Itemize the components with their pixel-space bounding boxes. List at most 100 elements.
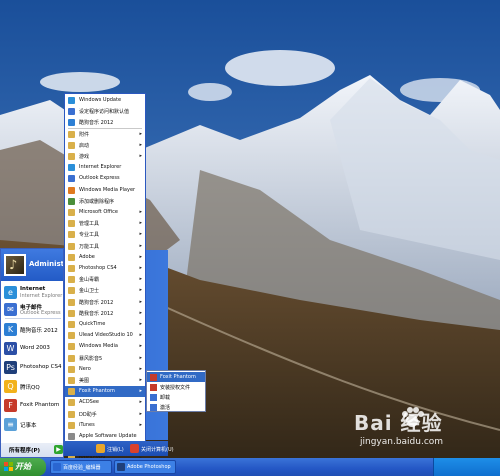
program-icon — [68, 186, 75, 194]
program-label: 游戏 — [79, 154, 90, 160]
submenu-arrow-icon: ▸ — [139, 130, 142, 137]
logoff-bar: 注销(L) 关闭计算机(U) — [64, 441, 174, 456]
start-menu-divider — [5, 318, 61, 319]
shutdown-label: 关闭计算机(U) — [141, 447, 174, 453]
program-label: DD助手 — [79, 411, 97, 418]
program-item[interactable]: ACDSee ▸ — [65, 397, 145, 408]
all-programs-button[interactable]: 所有程序(P) ▶ — [1, 443, 63, 457]
submenu-label: 卸载 — [160, 395, 171, 401]
folder-icon — [68, 141, 75, 149]
recent-item-foxit[interactable]: F Foxit Phantom — [3, 397, 63, 415]
program-item[interactable]: DD助手 ▸ — [65, 409, 145, 420]
submenu-item[interactable]: 卸载 — [147, 392, 205, 402]
program-label: Windows Media — [79, 343, 118, 350]
submenu-item[interactable]: 安装授权文件 — [147, 382, 205, 392]
program-label: Microsoft Office — [79, 209, 118, 215]
program-label: ACDSee — [79, 399, 99, 406]
task-photoshop[interactable]: Adobe Photoshop — [114, 460, 176, 474]
program-label: 酷狗音乐 2012 — [79, 120, 114, 127]
submenu-item[interactable]: Foxit Phantom — [147, 372, 205, 382]
submenu-item[interactable]: 激活 — [147, 402, 205, 412]
folder-icon — [68, 388, 75, 396]
program-item[interactable]: 金山卫士 ▸ — [65, 285, 145, 296]
program-item[interactable]: 酷狗音乐 2012 ▸ — [65, 297, 145, 308]
submenu-arrow-icon: ▸ — [139, 287, 142, 294]
program-label: Windows Update — [79, 97, 122, 103]
folder-icon — [68, 287, 75, 295]
program-item[interactable]: Internet Explorer — [65, 162, 145, 173]
submenu-arrow-icon: ▸ — [139, 265, 142, 271]
submenu-arrow-icon: ▸ — [139, 365, 142, 372]
all-programs-menu: Windows Update 设定程序访问和默认值 酷狗音乐 2012 附件 ▸ 启动 ▸ 游… — [64, 93, 146, 463]
program-item[interactable]: 添加或删除程序 — [65, 196, 145, 207]
folder-icon — [68, 253, 75, 261]
submenu-arrow-icon: ▸ — [139, 399, 142, 406]
pinned-title: Internet — [20, 286, 46, 292]
submenu-arrow-icon: ▸ — [139, 153, 142, 159]
start-button[interactable]: 开始 — [0, 458, 46, 476]
folder-icon — [68, 377, 75, 384]
program-top-item[interactable]: 酷狗音乐 2012 — [65, 117, 145, 128]
recent-item-kugou[interactable]: K 酷狗音乐 2012 — [3, 321, 63, 339]
submenu-arrow-icon: ▸ — [139, 231, 142, 238]
task-label: 百度经验_编辑器 — [63, 465, 101, 471]
submenu-arrow-icon: ▸ — [139, 410, 142, 417]
user-avatar[interactable]: ♪ — [4, 254, 26, 276]
program-label: Nero — [79, 365, 91, 372]
program-label: 专业工具 — [79, 232, 100, 239]
program-label: 万能工具 — [79, 243, 100, 250]
submenu-arrow-icon: ▸ — [139, 309, 142, 316]
program-item[interactable]: QuickTime ▸ — [65, 319, 145, 330]
system-tray — [433, 458, 500, 476]
program-item[interactable]: 管理工具 ▸ — [65, 218, 145, 229]
program-item[interactable]: Outlook Express — [65, 173, 145, 184]
recent-item-word[interactable]: W Word 2003 — [3, 340, 63, 358]
program-label: 管理工具 — [79, 221, 100, 228]
program-item[interactable]: Windows Media Player — [65, 185, 145, 196]
program-item[interactable]: Ulead VideoStudio 10 ▸ — [65, 330, 145, 341]
watermark-site: jingyan.baidu.com — [360, 437, 444, 447]
recent-item-notepad[interactable]: ≡ 记事本 — [3, 416, 63, 434]
program-item[interactable]: 金山毒霸 ▸ — [65, 274, 145, 285]
program-item[interactable]: iTunes ▸ — [65, 420, 145, 431]
program-item[interactable]: Adobe ▸ — [65, 252, 145, 263]
submenu-item-icon — [150, 394, 157, 401]
program-item[interactable]: 附件 ▸ — [65, 129, 145, 140]
program-item[interactable]: Windows Media ▸ — [65, 341, 145, 352]
program-item[interactable]: 万能工具 ▸ — [65, 241, 145, 252]
program-item[interactable]: 暴风影音5 ▸ — [65, 353, 145, 364]
pinned-email[interactable]: ✉ 电子邮件 Outlook Express — [3, 301, 63, 319]
program-item[interactable]: 酷我音乐 2012 ▸ — [65, 308, 145, 319]
program-item[interactable]: 美图 ▸ — [65, 375, 145, 386]
internet-explorer-icon: e — [4, 286, 17, 299]
program-label: 添加或删除程序 — [79, 198, 115, 205]
folder-icon — [68, 332, 75, 340]
program-item[interactable]: 游戏 ▸ — [65, 151, 145, 162]
program-item[interactable]: Foxit Phantom ▸ — [65, 386, 145, 398]
folder-icon — [68, 421, 75, 429]
program-item[interactable]: 启动 ▸ — [65, 140, 145, 151]
program-label: Ulead VideoStudio 10 — [79, 332, 133, 339]
power-icon — [130, 444, 139, 453]
program-label: 酷狗音乐 2012 — [79, 299, 114, 306]
program-label: 酷我音乐 2012 — [79, 310, 114, 317]
program-icon — [68, 197, 75, 205]
start-menu-left-panel: ♪ Administ e Internet Internet Explorer … — [0, 248, 64, 458]
program-icon — [68, 108, 75, 116]
pinned-internet[interactable]: e Internet Internet Explorer — [3, 284, 63, 302]
recent-item-photoshop[interactable]: Ps Photoshop CS4 — [3, 359, 63, 377]
program-item[interactable]: Nero ▸ — [65, 364, 145, 375]
task-baidu-editor[interactable]: 百度经验_编辑器 — [50, 460, 112, 474]
recent-label: Photoshop CS4 — [20, 364, 62, 370]
program-item[interactable]: Photoshop CS4 ▸ — [65, 263, 145, 274]
program-item[interactable]: 专业工具 ▸ — [65, 229, 145, 240]
program-label: Internet Explorer — [79, 164, 122, 171]
recent-item-qq[interactable]: Q 腾讯QQ — [3, 378, 63, 396]
folder-icon — [68, 321, 75, 328]
program-item[interactable]: Microsoft Office ▸ — [65, 207, 145, 218]
submenu-arrow-icon: ▸ — [139, 276, 142, 283]
program-label: 设定程序访问和默认值 — [79, 109, 130, 116]
folder-icon — [68, 410, 75, 418]
program-top-item[interactable]: Windows Update — [65, 95, 145, 106]
program-top-item[interactable]: 设定程序访问和默认值 — [65, 106, 145, 117]
